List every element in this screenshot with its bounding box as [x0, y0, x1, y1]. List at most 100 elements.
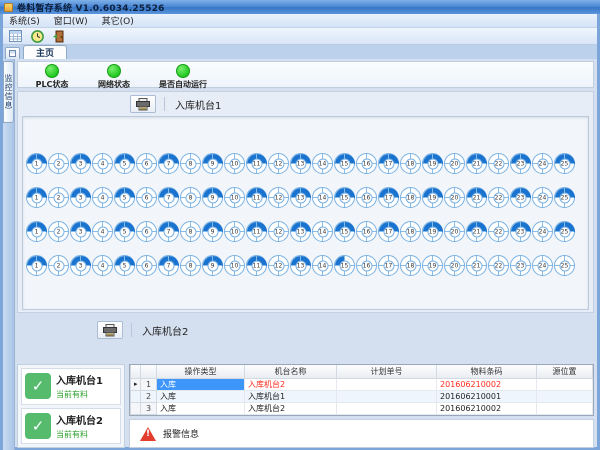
- spool-slot[interactable]: 18: [400, 187, 421, 208]
- spool-slot[interactable]: 18: [400, 153, 421, 174]
- spool-slot[interactable]: 2: [48, 153, 69, 174]
- spool-slot[interactable]: 18: [400, 221, 421, 242]
- spool-slot[interactable]: 15: [334, 187, 355, 208]
- table-row[interactable]: 3入库入库机台2201606210002: [131, 402, 593, 414]
- table-row[interactable]: ▸1入库入库机台2201606210002: [131, 378, 593, 390]
- spool-slot[interactable]: 5: [114, 221, 135, 242]
- spool-slot[interactable]: 13: [290, 221, 311, 242]
- spool-slot[interactable]: 22: [488, 255, 509, 276]
- spool-slot[interactable]: 10: [224, 153, 245, 174]
- spool-slot[interactable]: 14: [312, 153, 333, 174]
- spool-slot[interactable]: 14: [312, 221, 333, 242]
- spool-slot[interactable]: 9: [202, 221, 223, 242]
- spool-slot[interactable]: 12: [268, 255, 289, 276]
- calendar-icon[interactable]: [8, 30, 22, 43]
- spool-slot[interactable]: 25: [554, 153, 575, 174]
- spool-slot[interactable]: 19: [422, 255, 443, 276]
- spool-slot[interactable]: 9: [202, 187, 223, 208]
- col-plan-no[interactable]: 计划单号: [337, 365, 437, 378]
- spool-slot[interactable]: 1: [26, 187, 47, 208]
- spool-slot[interactable]: 23: [510, 153, 531, 174]
- table-row[interactable]: 2入库入库机台1201606210001: [131, 390, 593, 402]
- spool-slot[interactable]: 17: [378, 153, 399, 174]
- spool-slot[interactable]: 1: [26, 221, 47, 242]
- spool-slot[interactable]: 7: [158, 221, 179, 242]
- print-button-station1[interactable]: [130, 95, 156, 113]
- print-button-station2[interactable]: [97, 321, 123, 339]
- spool-slot[interactable]: 7: [158, 255, 179, 276]
- spool-slot[interactable]: 11: [246, 255, 267, 276]
- spool-slot[interactable]: 1: [26, 255, 47, 276]
- col-barcode[interactable]: 物料条码: [437, 365, 537, 378]
- spool-slot[interactable]: 19: [422, 153, 443, 174]
- spool-slot[interactable]: 21: [466, 187, 487, 208]
- spool-slot[interactable]: 8: [180, 153, 201, 174]
- spool-slot[interactable]: 23: [510, 255, 531, 276]
- spool-slot[interactable]: 24: [532, 153, 553, 174]
- spool-slot[interactable]: 7: [158, 187, 179, 208]
- spool-slot[interactable]: 16: [356, 255, 377, 276]
- spool-slot[interactable]: 16: [356, 153, 377, 174]
- spool-slot[interactable]: 13: [290, 255, 311, 276]
- spool-slot[interactable]: 20: [444, 153, 465, 174]
- spool-slot[interactable]: 2: [48, 255, 69, 276]
- spool-slot[interactable]: 5: [114, 255, 135, 276]
- spool-slot[interactable]: 8: [180, 187, 201, 208]
- spool-slot[interactable]: 20: [444, 255, 465, 276]
- spool-slot[interactable]: 1: [26, 153, 47, 174]
- spool-slot[interactable]: 21: [466, 255, 487, 276]
- spool-slot[interactable]: 9: [202, 153, 223, 174]
- spool-slot[interactable]: 12: [268, 187, 289, 208]
- col-op-type[interactable]: 操作类型: [157, 365, 245, 378]
- spool-slot[interactable]: 5: [114, 153, 135, 174]
- col-src-pos[interactable]: 源位置: [537, 365, 593, 378]
- spool-slot[interactable]: 17: [378, 255, 399, 276]
- spool-slot[interactable]: 24: [532, 187, 553, 208]
- spool-slot[interactable]: 10: [224, 187, 245, 208]
- spool-slot[interactable]: 25: [554, 255, 575, 276]
- spool-slot[interactable]: 6: [136, 255, 157, 276]
- collapsed-panel-tab[interactable]: [5, 47, 20, 59]
- spool-slot[interactable]: 15: [334, 153, 355, 174]
- spool-slot[interactable]: 25: [554, 187, 575, 208]
- spool-slot[interactable]: 23: [510, 187, 531, 208]
- spool-slot[interactable]: 4: [92, 255, 113, 276]
- col-machine[interactable]: 机台名称: [245, 365, 337, 378]
- spool-slot[interactable]: 21: [466, 153, 487, 174]
- spool-slot[interactable]: 19: [422, 221, 443, 242]
- spool-slot[interactable]: 2: [48, 187, 69, 208]
- spool-slot[interactable]: 11: [246, 153, 267, 174]
- spool-slot[interactable]: 12: [268, 221, 289, 242]
- clock-icon[interactable]: [30, 30, 44, 43]
- spool-slot[interactable]: 22: [488, 187, 509, 208]
- spool-slot[interactable]: 22: [488, 153, 509, 174]
- spool-slot[interactable]: 2: [48, 221, 69, 242]
- spool-slot[interactable]: 12: [268, 153, 289, 174]
- spool-slot[interactable]: 11: [246, 187, 267, 208]
- spool-slot[interactable]: 22: [488, 221, 509, 242]
- spool-slot[interactable]: 16: [356, 221, 377, 242]
- spool-slot[interactable]: 13: [290, 153, 311, 174]
- spool-slot[interactable]: 13: [290, 187, 311, 208]
- spool-slot[interactable]: 6: [136, 187, 157, 208]
- spool-slot[interactable]: 3: [70, 187, 91, 208]
- spool-slot[interactable]: 15: [334, 221, 355, 242]
- spool-slot[interactable]: 3: [70, 221, 91, 242]
- spool-slot[interactable]: 11: [246, 221, 267, 242]
- spool-slot[interactable]: 20: [444, 221, 465, 242]
- exit-door-icon[interactable]: [52, 30, 66, 43]
- spool-slot[interactable]: 23: [510, 221, 531, 242]
- spool-slot[interactable]: 8: [180, 255, 201, 276]
- spool-slot[interactable]: 7: [158, 153, 179, 174]
- spool-slot[interactable]: 21: [466, 221, 487, 242]
- spool-slot[interactable]: 17: [378, 221, 399, 242]
- tab-home[interactable]: 主页: [23, 45, 67, 59]
- spool-slot[interactable]: 4: [92, 221, 113, 242]
- spool-slot[interactable]: 4: [92, 187, 113, 208]
- spool-slot[interactable]: 15: [334, 255, 355, 276]
- spool-slot[interactable]: 20: [444, 187, 465, 208]
- spool-slot[interactable]: 4: [92, 153, 113, 174]
- spool-slot[interactable]: 9: [202, 255, 223, 276]
- spool-slot[interactable]: 5: [114, 187, 135, 208]
- menu-other[interactable]: 其它(O): [102, 14, 134, 27]
